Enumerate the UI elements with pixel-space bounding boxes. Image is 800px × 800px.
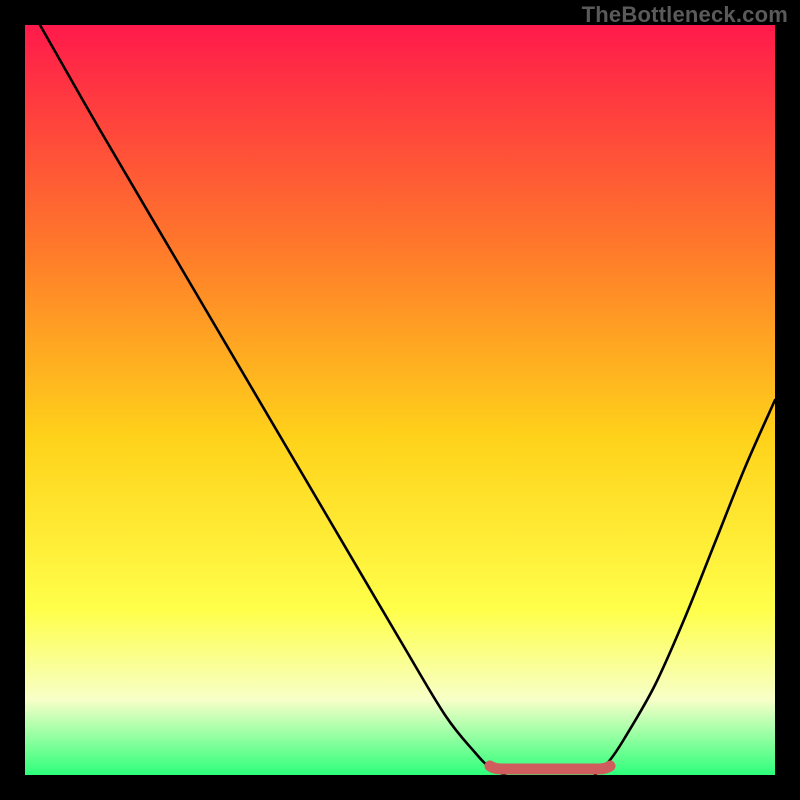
bottleneck-curve: [25, 25, 775, 775]
chart-frame: TheBottleneck.com: [0, 0, 800, 800]
plot-area: [25, 25, 775, 775]
